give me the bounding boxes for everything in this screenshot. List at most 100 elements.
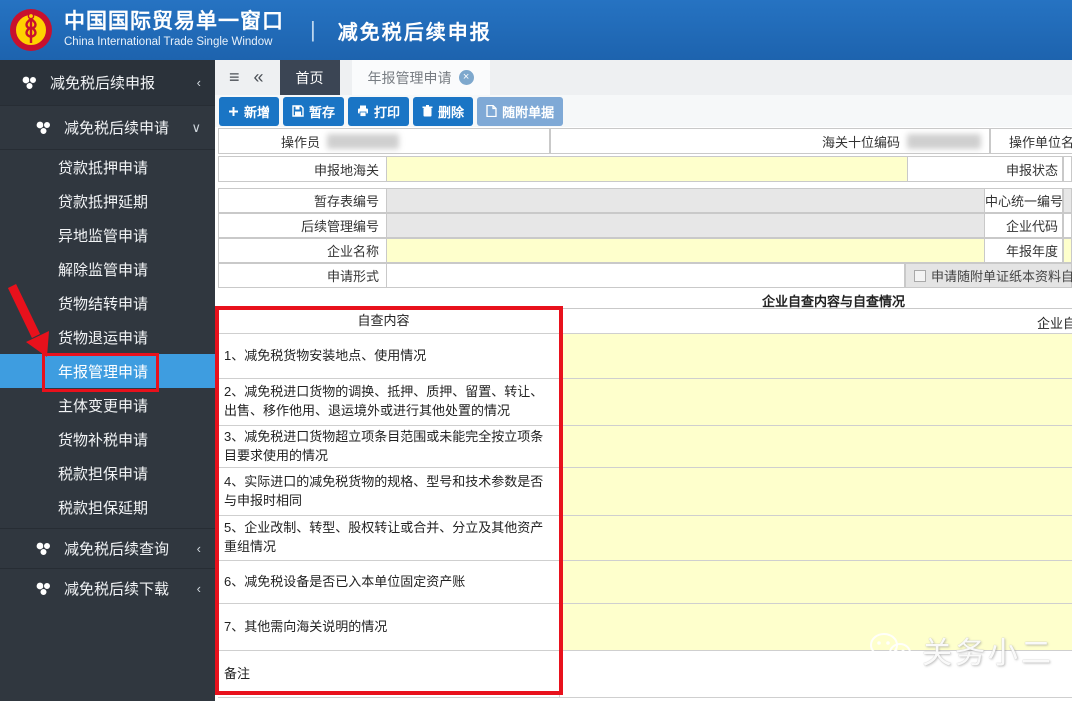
sidebar-item-loan-mortgage-apply[interactable]: 贷款抵押申请	[0, 150, 215, 184]
sidebar-item-loan-mortgage-extend[interactable]: 贷款抵押延期	[0, 184, 215, 218]
tab-annual-report[interactable]: 年报管理申请 ×	[352, 60, 490, 95]
print-button[interactable]: 打印	[348, 97, 409, 126]
declare-status-label: 申报状态	[908, 160, 1062, 179]
self-check-item-7: 7、其他需向海关说明的情况	[218, 604, 560, 650]
operating-unit-field-cell: 操作单位名称	[990, 128, 1072, 154]
sidebar-item-goods-return-apply[interactable]: 货物退运申请	[0, 320, 215, 354]
self-check-answer-2[interactable]	[560, 379, 1072, 425]
operating-unit-label: 操作单位名称	[991, 132, 1072, 151]
temp-no-input	[386, 188, 985, 213]
self-check-item-2: 2、减免税进口货物的调换、抵押、质押、留置、转让、出售、移作他用、退运境外或进行…	[218, 379, 560, 425]
sidebar-item-tax-guarantee-extend[interactable]: 税款担保延期	[0, 490, 215, 524]
apply-form-label-cell: 申请形式	[218, 263, 386, 288]
table-row: 7、其他需向海关说明的情况	[218, 604, 1072, 651]
self-check-answer-7[interactable]	[560, 604, 1072, 650]
self-check-item-5: 5、企业改制、转型、股权转让或合并、分立及其他资产重组情况	[218, 516, 560, 560]
toolbar: 新增 暂存 打印 删除 随附单据	[215, 95, 1072, 127]
table-row: 2、减免税进口货物的调换、抵押、质押、留置、转让、出售、移作他用、退运境外或进行…	[218, 379, 1072, 426]
chevron-left-icon[interactable]: ‹	[197, 541, 201, 556]
center-no-input	[1063, 188, 1072, 213]
self-check-answer-5[interactable]	[560, 516, 1072, 560]
module-icon	[34, 541, 54, 557]
self-check-answer-4[interactable]	[560, 468, 1072, 515]
company-name-label: 企业名称	[219, 241, 386, 260]
customs-code-value-redacted	[907, 134, 981, 149]
sidebar-root-label: 减免税后续申报	[50, 72, 155, 93]
attached-documents-button[interactable]: 随附单据	[477, 97, 563, 126]
customs-code-label: 海关十位编码	[551, 132, 907, 151]
table-row: 4、实际进口的减免税货物的规格、型号和技术参数是否与申报时相同	[218, 468, 1072, 516]
center-no-label: 中心统一编号	[985, 191, 1062, 210]
module-icon	[34, 120, 54, 136]
brand-block: 中国国际贸易单一窗口 China International Trade Sin…	[64, 10, 284, 49]
self-check-table: 自查内容 企业自查情况 1、减免税货物安装地点、使用情况 2、减免税进口货物的调…	[218, 308, 1072, 698]
paper-docs-checkbox-cell: 申请随附单证纸本资料自行	[905, 263, 1072, 288]
chevron-down-icon[interactable]: ∨	[191, 120, 201, 136]
sidebar-item-goods-tax-supplement-apply[interactable]: 货物补税申请	[0, 422, 215, 456]
sidebar-item-tax-guarantee-apply[interactable]: 税款担保申请	[0, 456, 215, 490]
tab-home[interactable]: 首页	[280, 60, 340, 95]
save-draft-button[interactable]: 暂存	[283, 97, 344, 126]
sidebar-item-subject-change-apply[interactable]: 主体变更申请	[0, 388, 215, 422]
close-icon[interactable]: ×	[459, 70, 474, 85]
company-code-label-cell: 企业代码	[985, 213, 1063, 238]
new-button[interactable]: 新增	[219, 97, 279, 126]
sidebar-nav: 减免税后续申报 ‹ 减免税后续申请 ∨ 贷款抵押申请 贷款抵押延期 异地监管申请…	[0, 60, 215, 701]
center-no-label-cell: 中心统一编号	[985, 188, 1063, 213]
module-icon	[34, 581, 54, 597]
followup-no-label: 后续管理编号	[219, 216, 386, 235]
declare-customs-label-cell: 申报地海关	[218, 156, 386, 182]
sidebar-group-label: 减免税后续下载	[64, 578, 169, 599]
followup-no-label-cell: 后续管理编号	[218, 213, 386, 238]
paper-docs-checkbox[interactable]	[914, 270, 926, 282]
table-row: 备注	[218, 651, 1072, 698]
table-row: 6、减免税设备是否已入本单位固定资产账	[218, 561, 1072, 604]
sidebar-group-followup-apply[interactable]: 减免税后续申请 ∨	[0, 106, 215, 150]
operator-field-cell: 操作员	[218, 128, 550, 154]
paper-docs-checkbox-label: 申请随附单证纸本资料自行	[931, 266, 1072, 285]
header-divider: |	[310, 17, 316, 43]
apply-form-label: 申请形式	[219, 266, 386, 285]
menu-hamburger-icon[interactable]: ≡	[229, 67, 240, 88]
apply-form-input[interactable]	[386, 263, 905, 288]
company-name-input[interactable]	[386, 238, 985, 263]
column-header-content: 自查内容	[218, 309, 560, 333]
company-code-label: 企业代码	[985, 216, 1062, 235]
column-header-situation: 企业自查情况	[560, 309, 1072, 333]
brand-subtitle: China International Trade Single Window	[64, 36, 284, 49]
self-check-item-1: 1、减免税货物安装地点、使用情况	[218, 334, 560, 378]
declare-status-input[interactable]	[1063, 156, 1072, 182]
declare-status-label-cell: 申报状态	[908, 156, 1063, 182]
sidebar-root-menu[interactable]: 减免税后续申报 ‹	[0, 60, 215, 106]
app-window: 中国国际贸易单一窗口 China International Trade Sin…	[0, 0, 1072, 701]
annual-year-input[interactable]	[1063, 238, 1072, 263]
collapse-tabs-icon[interactable]: «	[254, 67, 264, 88]
sidebar-group-followup-download[interactable]: 减免税后续下载 ‹	[0, 568, 215, 608]
table-row: 3、减免税进口货物超立项条目范围或未能完全按立项条目要求使用的情况	[218, 426, 1072, 468]
self-check-answer-6[interactable]	[560, 561, 1072, 603]
customs-code-field-cell: 海关十位编码	[550, 128, 990, 154]
sidebar-item-annual-report-apply[interactable]: 年报管理申请	[0, 354, 215, 388]
top-header: 中国国际贸易单一窗口 China International Trade Sin…	[0, 0, 1072, 60]
declare-customs-input[interactable]	[386, 156, 908, 182]
save-icon	[292, 105, 304, 117]
sidebar-item-release-supervision-apply[interactable]: 解除监管申请	[0, 252, 215, 286]
module-icon	[20, 75, 40, 91]
chevron-left-icon[interactable]: ‹	[197, 581, 201, 596]
delete-button[interactable]: 删除	[413, 97, 473, 126]
self-check-answer-1[interactable]	[560, 334, 1072, 378]
self-check-answer-3[interactable]	[560, 426, 1072, 467]
sidebar-item-goods-transfer-apply[interactable]: 货物结转申请	[0, 286, 215, 320]
table-header-row: 自查内容 企业自查情况	[218, 309, 1072, 334]
chevron-left-icon[interactable]: ‹	[197, 75, 201, 90]
document-icon	[486, 105, 497, 117]
operator-value-redacted	[327, 134, 399, 149]
followup-no-input	[386, 213, 985, 238]
sidebar-group-label: 减免税后续申请	[64, 117, 169, 138]
sidebar-group-followup-query[interactable]: 减免税后续查询 ‹	[0, 528, 215, 568]
declare-customs-label: 申报地海关	[219, 160, 386, 179]
company-code-input	[1063, 213, 1072, 238]
sidebar-item-remote-supervision-apply[interactable]: 异地监管申请	[0, 218, 215, 252]
remarks-input[interactable]	[560, 651, 1072, 697]
table-row: 5、企业改制、转型、股权转让或合并、分立及其他资产重组情况	[218, 516, 1072, 561]
